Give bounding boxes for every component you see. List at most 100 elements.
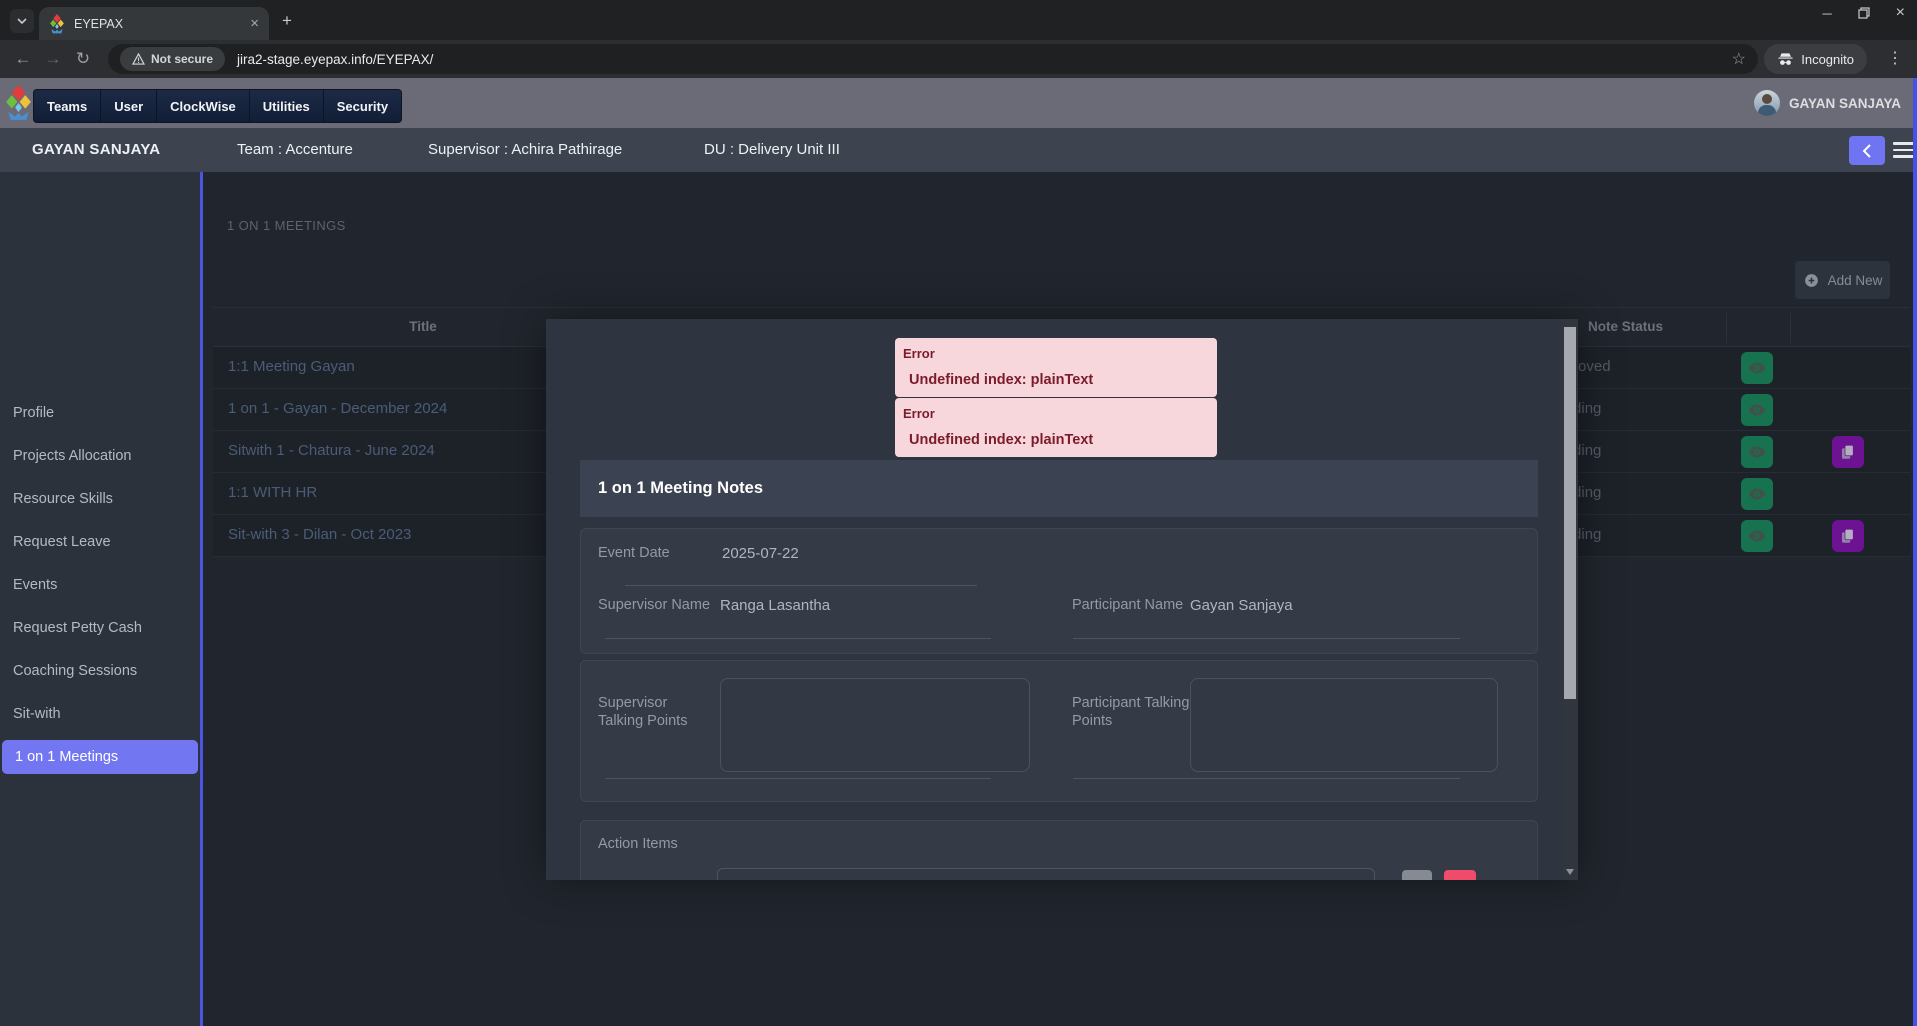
menu-security[interactable]: Security [323, 89, 402, 123]
tab-close-icon[interactable]: × [250, 16, 259, 31]
eyepax-logo[interactable] [5, 85, 32, 126]
header-divider [1726, 313, 1727, 343]
back-icon[interactable]: ← [8, 49, 38, 69]
url-text[interactable]: jira2-stage.eyepax.info/EYEPAX/ [237, 52, 433, 67]
action-item-input[interactable] [717, 868, 1375, 880]
profile-name: GAYAN SANJAYA [32, 141, 160, 158]
error-alert-title: Error [903, 406, 935, 421]
not-secure-chip[interactable]: Not secure [120, 47, 225, 71]
supervisor-talking-points-textarea[interactable] [720, 678, 1030, 772]
chevron-down-icon [16, 15, 28, 27]
modal-scrollbar[interactable] [1562, 319, 1578, 880]
plus-circle-icon [1803, 272, 1820, 289]
eye-icon [1747, 400, 1767, 420]
participant-talking-points-label: Participant Talking Points [1072, 694, 1192, 730]
scrollbar-down-arrow-icon[interactable] [1566, 869, 1574, 875]
supervisor-name-value[interactable]: Ranga Lasantha [720, 597, 830, 614]
error-alert: Error Undefined index: plainText [895, 338, 1217, 397]
new-tab-button[interactable]: + [282, 11, 292, 31]
supervisor-name-label: Supervisor Name [598, 597, 710, 613]
sidebar-item-profile[interactable]: Profile [0, 392, 200, 435]
copy-icon [1839, 443, 1857, 461]
window-minimize-icon[interactable]: ─ [1822, 6, 1831, 21]
sidebar-item-resource-skills[interactable]: Resource Skills [0, 478, 200, 521]
screen: EYEPAX × + ─ × ← → ↻ Not secure jira2-st… [0, 0, 1917, 1026]
view-button[interactable] [1741, 394, 1773, 426]
sidebar-item-1-on-1-meetings[interactable]: 1 on 1 Meetings [2, 740, 198, 774]
view-button[interactable] [1741, 436, 1773, 468]
eyepax-favicon-icon [49, 14, 65, 34]
sidebar-item-coaching-sessions[interactable]: Coaching Sessions [0, 650, 200, 693]
app-right-border [1913, 78, 1917, 1026]
error-alerts: Error Undefined index: plainText Error U… [895, 338, 1217, 458]
field-underline [625, 585, 977, 586]
eye-icon [1747, 484, 1767, 504]
forward-icon[interactable]: → [38, 49, 68, 69]
page-title: 1 ON 1 MEETINGS [227, 218, 346, 233]
column-header-note-status: Note Status [1588, 319, 1663, 334]
window-controls: ─ × [1822, 4, 1905, 22]
error-alert-message: Undefined index: plainText [909, 372, 1093, 388]
tab-search-button[interactable] [10, 9, 34, 33]
app-navbar: Teams User ClockWise Utilities Security … [0, 78, 1917, 128]
menu-teams[interactable]: Teams [33, 89, 100, 123]
bookmark-star-icon[interactable]: ☆ [1732, 49, 1746, 69]
view-button[interactable] [1741, 352, 1773, 384]
modal-title: 1 on 1 Meeting Notes [598, 479, 763, 498]
participant-name-label: Participant Name [1072, 597, 1183, 613]
profile-header: GAYAN SANJAYA Team : Accenture Superviso… [0, 128, 1917, 172]
nav-user-name: GAYAN SANJAYA [1789, 96, 1901, 111]
add-new-button[interactable]: Add New [1795, 261, 1890, 299]
action-items-label: Action Items [598, 836, 678, 852]
menu-user[interactable]: User [100, 89, 156, 123]
sidebar-item-projects-allocation[interactable]: Projects Allocation [0, 435, 200, 478]
warning-triangle-icon [132, 53, 145, 65]
row-title: Sit-with 3 - Dilan - Oct 2023 [228, 526, 411, 543]
row-title: 1:1 Meeting Gayan [228, 358, 355, 375]
action-item-remove-button[interactable] [1444, 870, 1476, 880]
address-bar[interactable]: Not secure jira2-stage.eyepax.info/EYEPA… [108, 44, 1758, 74]
sidebar-item-request-leave[interactable]: Request Leave [0, 521, 200, 564]
tab-title: EYEPAX [74, 17, 250, 31]
modal-title-bar: 1 on 1 Meeting Notes [580, 460, 1538, 517]
browser-toolbar: ← → ↻ Not secure jira2-stage.eyepax.info… [0, 40, 1917, 78]
sidebar-item-events[interactable]: Events [0, 564, 200, 607]
row-title: 1 on 1 - Gayan - December 2024 [228, 400, 447, 417]
event-date-value[interactable]: 2025-07-22 [722, 545, 799, 562]
window-maximize-icon[interactable] [1858, 7, 1870, 19]
participant-name-value[interactable]: Gayan Sanjaya [1190, 597, 1293, 614]
row-title: Sitwith 1 - Chatura - June 2024 [228, 442, 435, 459]
sidebar-item-request-petty-cash[interactable]: Request Petty Cash [0, 607, 200, 650]
profile-supervisor: Supervisor : Achira Pathirage [428, 141, 622, 158]
hamburger-menu-icon[interactable] [1893, 142, 1914, 162]
sidebar-item-sit-with[interactable]: Sit-with [0, 693, 200, 736]
chevron-left-icon [1862, 144, 1872, 158]
copy-icon [1839, 527, 1857, 545]
field-underline [605, 778, 991, 779]
reload-icon[interactable]: ↻ [68, 49, 98, 69]
action-item-secondary-button[interactable] [1402, 870, 1432, 880]
window-close-icon[interactable]: × [1896, 4, 1905, 22]
incognito-glasses-icon [1777, 52, 1794, 67]
browser-menu-icon[interactable]: ⋮ [1887, 48, 1903, 68]
field-underline [1073, 638, 1460, 639]
menu-utilities[interactable]: Utilities [249, 89, 323, 123]
header-divider [1790, 313, 1791, 343]
copy-button[interactable] [1832, 436, 1864, 468]
participant-talking-points-textarea[interactable] [1190, 678, 1498, 772]
view-button[interactable] [1741, 520, 1773, 552]
error-alert: Error Undefined index: plainText [895, 398, 1217, 457]
eye-icon [1747, 442, 1767, 462]
view-button[interactable] [1741, 478, 1773, 510]
user-menu[interactable]: GAYAN SANJAYA [1754, 78, 1901, 128]
menu-clockwise[interactable]: ClockWise [156, 89, 249, 123]
copy-button[interactable] [1832, 520, 1864, 552]
browser-tab-eyepax[interactable]: EYEPAX × [39, 7, 269, 40]
field-underline [1073, 778, 1460, 779]
main-menu: Teams User ClockWise Utilities Security [33, 89, 402, 123]
scrollbar-thumb[interactable] [1564, 327, 1576, 699]
field-underline [605, 638, 991, 639]
row-title: 1:1 WITH HR [228, 484, 317, 501]
incognito-badge: Incognito [1764, 44, 1867, 74]
sidebar-collapse-button[interactable] [1849, 136, 1885, 165]
